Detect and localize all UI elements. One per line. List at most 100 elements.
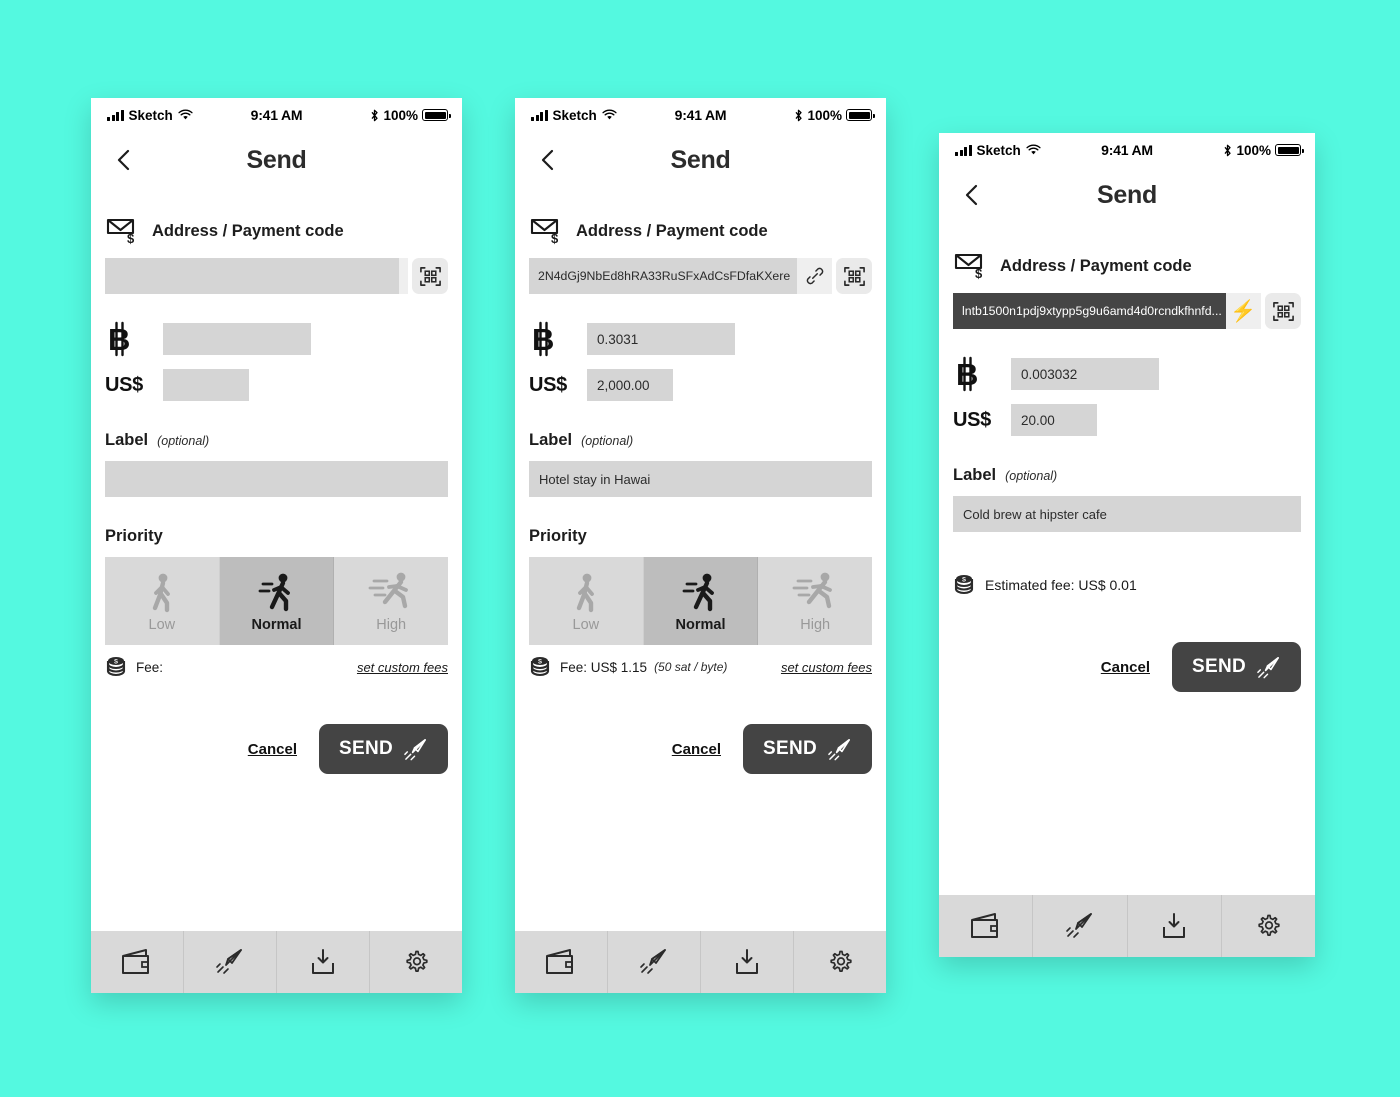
amount-block: B 0.3031 US$ 2,000.00 [529,320,872,401]
envelope-dollar-icon: $ [530,218,559,246]
tab-settings[interactable] [1220,895,1315,957]
cancel-button[interactable]: Cancel [248,741,297,758]
priority-label-high: High [800,616,831,633]
tab-receive[interactable] [276,931,369,993]
wallet-icon [122,949,149,974]
tab-wallet[interactable] [515,931,607,993]
svg-text:S: S [962,578,966,584]
battery-full-icon [846,109,875,121]
label-section-header: Label (optional) [529,431,872,450]
priority-option-normal[interactable]: Normal [642,557,758,645]
tab-settings[interactable] [369,931,462,993]
tab-receive[interactable] [700,931,793,993]
priority-selector: Low Normal High [529,557,873,645]
label-input[interactable]: Cold brew at hipster cafe [953,496,1301,532]
send-button[interactable]: SEND [319,724,448,774]
priority-option-low[interactable]: Low [529,557,643,645]
usd-amount-input[interactable]: 20.00 [1011,404,1097,436]
walking-person-icon [152,573,170,612]
address-input[interactable]: lntb1500n1pdj9xtypp5g9u6amd4d0rcndkfhnfd… [953,293,1226,329]
priority-label-normal: Normal [251,616,302,633]
btc-amount-input[interactable]: 0.003032 [1011,358,1159,390]
status-bar-left: Sketch [955,143,1041,158]
tab-bar [939,895,1315,957]
priority-option-low[interactable]: Low [105,557,219,645]
tab-send[interactable] [183,931,276,993]
send-button-label: SEND [763,738,817,759]
page-title: Send [246,145,307,174]
estimated-fee-row: S Estimated fee: US$ 0.01 [953,574,1301,596]
usd-amount-input[interactable] [163,369,249,401]
tab-send[interactable] [1032,895,1126,957]
envelope-dollar-icon: $ [954,253,983,281]
send-form: $ Address / Payment code lntb1500n1pdj9x… [939,223,1315,895]
svg-text:$: $ [975,266,983,281]
priority-title: Priority [529,527,587,545]
bitcoin-icon: B [529,320,587,358]
phone-screen-lightning-filled: Sketch 9:41 AM 100% Send $ Address / Pay… [939,133,1315,957]
lightning-button[interactable]: ⚡ [1226,293,1261,329]
priority-title: Priority [105,527,163,545]
qr-scan-button[interactable] [836,258,872,294]
usd-label: US$ [529,373,568,396]
priority-option-high[interactable]: High [757,557,873,645]
label-section-header: Label (optional) [953,466,1301,485]
fee-row: S Fee: US$ 1.15 (50 sat / byte) set cust… [529,656,872,678]
gear-icon [1258,914,1281,936]
priority-label-low: Low [572,616,600,633]
svg-text:B: B [532,322,554,357]
btc-amount-row: B 0.003032 [953,355,1301,393]
tab-receive[interactable] [1126,895,1221,957]
tab-settings[interactable] [793,931,886,993]
btc-amount-input[interactable] [163,323,311,355]
carrier-label: Sketch [976,142,1021,158]
tab-bar [91,931,462,993]
fee-amount-label: Fee: [136,659,164,675]
form-actions: Cancel SEND [529,724,872,774]
page-title: Send [670,145,731,174]
battery-full-icon [1275,144,1304,156]
nav-bar: Send [939,167,1315,223]
tray-download-icon [312,949,334,974]
address-input[interactable]: 2N4dGj9NbEd8hRA33RuSFxAdCsFDfaKXere [529,258,797,294]
coin-stack-icon: S [954,575,974,595]
bitcoin-icon: B [953,355,1011,393]
label-input[interactable]: Hotel stay in Hawai [529,461,872,497]
fee-row: S Fee: set custom fees [105,656,448,678]
send-button-label: SEND [339,738,393,759]
usd-amount-input[interactable]: 2,000.00 [587,369,673,401]
qr-scan-button[interactable] [1265,293,1301,329]
label-input[interactable] [105,461,448,497]
btc-amount-input[interactable]: 0.3031 [587,323,735,355]
address-input[interactable] [105,258,399,294]
priority-option-high[interactable]: High [333,557,449,645]
tab-send[interactable] [607,931,700,993]
address-section-header: $ Address / Payment code [105,216,448,246]
send-button[interactable]: SEND [743,724,872,774]
send-button[interactable]: SEND [1172,642,1301,692]
status-bar: Sketch 9:41 AM 100% [515,98,886,132]
set-custom-fees-link[interactable]: set custom fees [357,660,448,675]
svg-text:$: $ [551,231,559,246]
qr-scan-button[interactable] [412,258,448,294]
status-bar-right: 100% [1223,143,1304,158]
priority-option-normal[interactable]: Normal [218,557,334,645]
tab-wallet[interactable] [91,931,183,993]
tab-wallet[interactable] [939,895,1032,957]
send-form: $ Address / Payment code 2N4dGj9NbEd8hRA… [515,188,886,931]
wifi-icon [1026,144,1041,155]
paste-link-button[interactable] [797,258,832,294]
envelope-dollar-icon: $ [106,218,135,246]
cancel-button[interactable]: Cancel [1101,659,1150,676]
bitcoin-icon: B [105,320,163,358]
usd-amount-row: US$ 2,000.00 [529,369,872,401]
usd-label-wrap: US$ [529,374,587,397]
usd-label: US$ [105,373,144,396]
bluetooth-icon [371,109,379,121]
set-custom-fees-link[interactable]: set custom fees [781,660,872,675]
usd-label-wrap: US$ [953,409,1011,432]
svg-text:S: S [114,660,118,666]
label-title: Label [953,466,997,484]
nav-bar: Send [91,132,462,188]
cancel-button[interactable]: Cancel [672,741,721,758]
